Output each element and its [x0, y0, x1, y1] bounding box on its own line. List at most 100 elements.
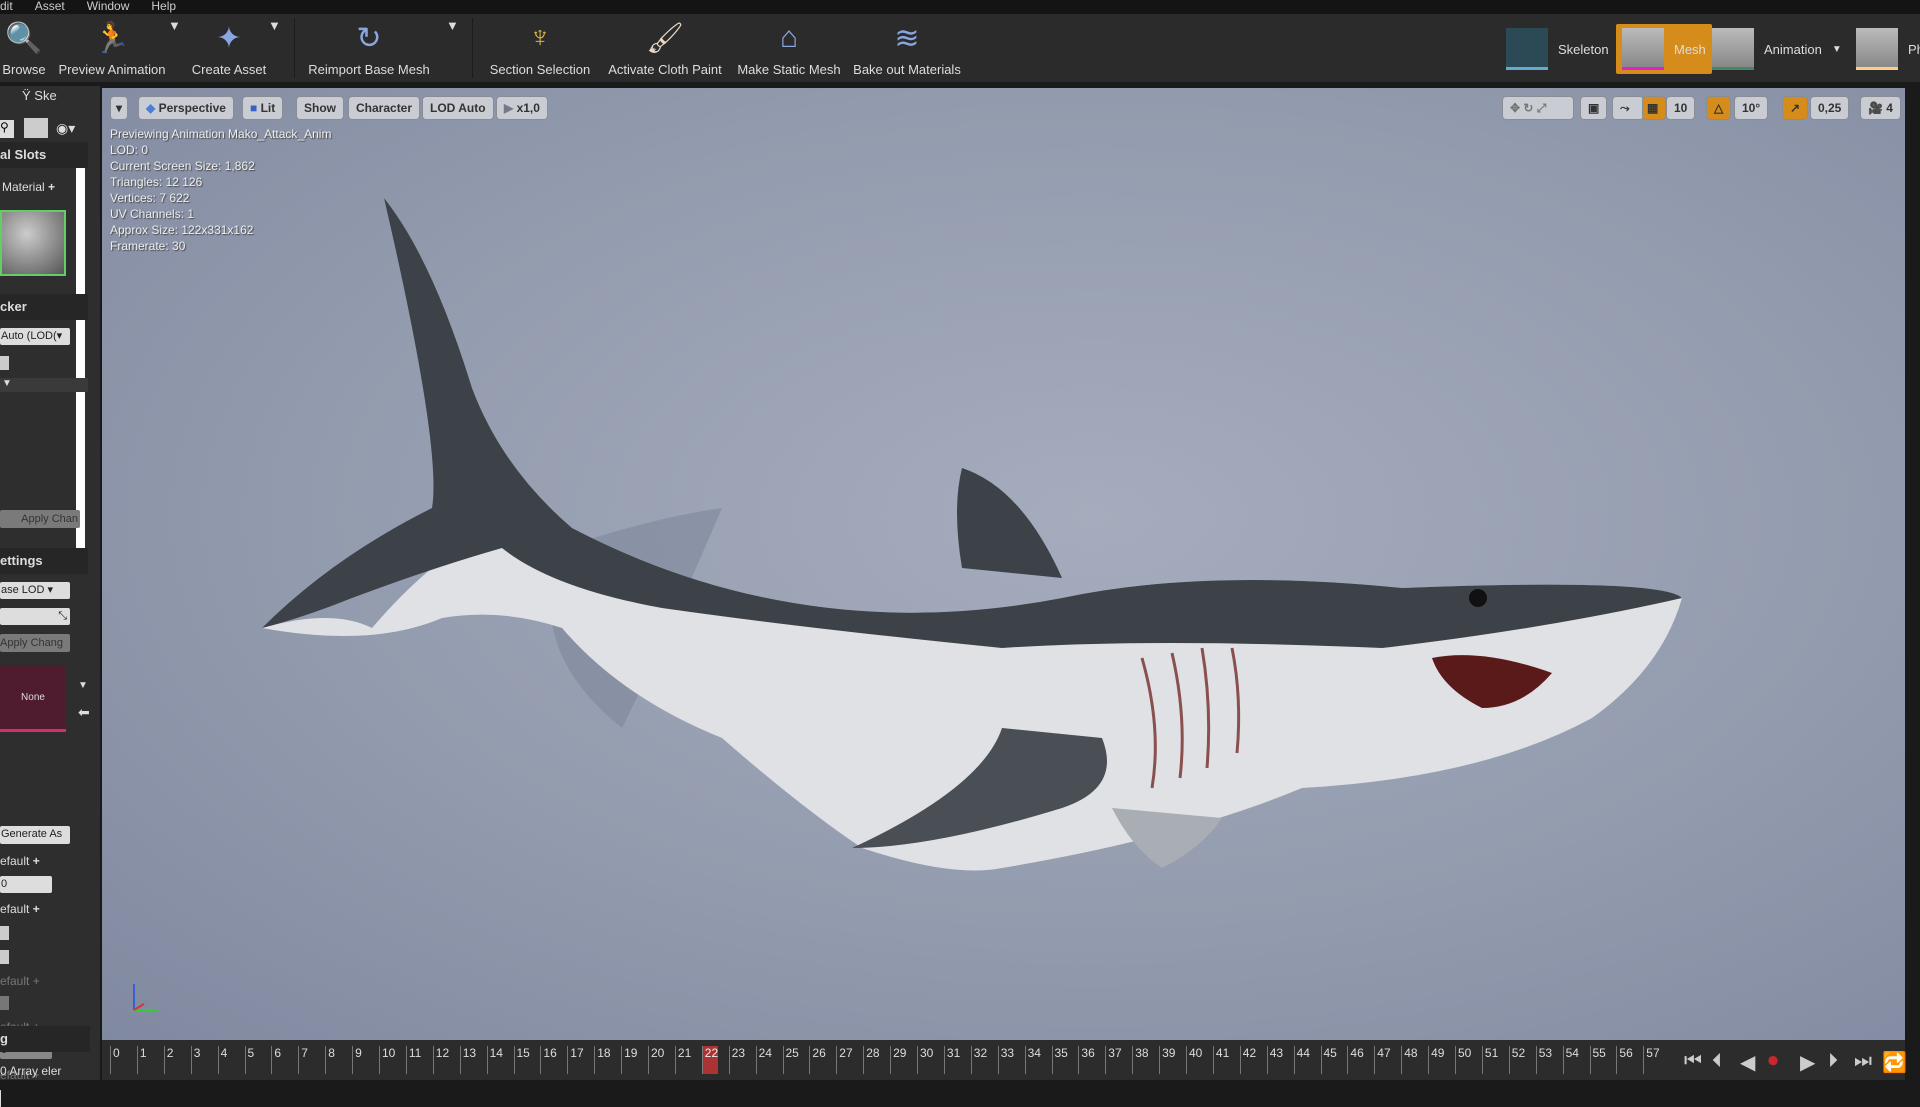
mode-animation[interactable]: Animation▼	[1712, 24, 1842, 74]
viewport-options-button[interactable]: ▾	[110, 96, 128, 120]
checkbox[interactable]	[0, 926, 9, 940]
frame-tick[interactable]: 27	[836, 1046, 852, 1074]
eye-icon[interactable]: ◉▾	[56, 120, 75, 137]
generate-asset-button[interactable]: Generate As	[0, 826, 70, 844]
frame-tick[interactable]: 48	[1401, 1046, 1417, 1074]
asset-thumbnail[interactable]: None	[0, 666, 66, 732]
frame-tick[interactable]: 25	[783, 1046, 799, 1074]
frame-tick[interactable]: 11	[406, 1046, 421, 1074]
camera-speed-button[interactable]: 🎥 4	[1860, 96, 1901, 120]
frame-tick[interactable]: 39	[1159, 1046, 1175, 1074]
loop-icon[interactable]: 🔁	[1882, 1050, 1907, 1075]
material-thumbnail[interactable]	[0, 210, 66, 276]
menu-help[interactable]: Help	[151, 0, 176, 14]
scale-snap-value[interactable]: 0,25	[1810, 96, 1849, 120]
step-back-icon[interactable]: ⏴	[1712, 1050, 1722, 1073]
mode-physics[interactable]: Ph	[1856, 24, 1920, 74]
surface-snap-button[interactable]: ▣	[1580, 96, 1607, 120]
frame-tick[interactable]: 38	[1132, 1046, 1148, 1074]
frame-tick[interactable]: 30	[917, 1046, 933, 1074]
section-selection-button[interactable]: ♆Section Selection	[488, 18, 592, 77]
frame-tick[interactable]: 28	[863, 1046, 879, 1074]
reimport-base-mesh-button[interactable]: ↻Reimport Base Mesh	[306, 18, 432, 77]
frame-tick[interactable]: 21	[675, 1046, 691, 1074]
viewport[interactable]: ▾ ◆ Perspective ■ Lit Show Character LOD…	[102, 88, 1905, 1040]
checkbox[interactable]	[0, 996, 9, 1010]
frame-tick[interactable]: 36	[1078, 1046, 1094, 1074]
frame-tick[interactable]: 5	[245, 1046, 255, 1074]
menu-edit[interactable]: dit	[0, 0, 13, 14]
add-icon[interactable]: +	[33, 854, 40, 868]
scrollbar[interactable]	[76, 146, 85, 566]
play-icon[interactable]: ▶	[1800, 1050, 1815, 1075]
show-button[interactable]: Show	[296, 96, 344, 120]
frame-tick[interactable]: 50	[1455, 1046, 1471, 1074]
frame-tick[interactable]: 24	[756, 1046, 772, 1074]
frame-tick[interactable]: 12	[433, 1046, 449, 1074]
dropdown-arrow-icon[interactable]: ▼	[78, 680, 88, 691]
browse-button[interactable]: 🔍Browse	[0, 18, 48, 77]
grid-view-button[interactable]	[24, 118, 48, 138]
frame-tick[interactable]: 29	[890, 1046, 906, 1074]
add-icon[interactable]: +	[33, 902, 40, 916]
drag-toggle-button[interactable]: ⤳	[1612, 96, 1644, 120]
frame-tick[interactable]: 49	[1428, 1046, 1444, 1074]
frame-tick[interactable]: 2	[164, 1046, 174, 1074]
grid-snap-value[interactable]: 10	[1666, 96, 1695, 120]
frame-tick[interactable]: 26	[809, 1046, 825, 1074]
frame-tick[interactable]: 56	[1616, 1046, 1632, 1074]
frame-tick[interactable]: 51	[1482, 1046, 1498, 1074]
frame-tick[interactable]: 23	[729, 1046, 745, 1074]
make-static-mesh-button[interactable]: ⌂Make Static Mesh	[736, 18, 842, 77]
lod-select[interactable]: Auto (LOD(▾	[0, 328, 70, 345]
frame-tick[interactable]: 47	[1374, 1046, 1390, 1074]
playback-speed-button[interactable]: ▶ x1,0	[496, 96, 548, 120]
transform-tools[interactable]: ✥ ↻ ⤢	[1502, 96, 1574, 120]
play-reverse-icon[interactable]: ◀	[1740, 1050, 1755, 1075]
frame-tick[interactable]: 4	[218, 1046, 228, 1074]
frame-tick[interactable]: 42	[1240, 1046, 1256, 1074]
timeline[interactable]: 0123456789101112131415161718192021222324…	[102, 1040, 1905, 1080]
record-icon[interactable]: ⏺	[1768, 1050, 1778, 1073]
frame-tick[interactable]: 14	[487, 1046, 503, 1074]
frame-tick[interactable]: 15	[514, 1046, 530, 1074]
frame-tick[interactable]: 10	[379, 1046, 395, 1074]
frame-tick[interactable]: 52	[1509, 1046, 1525, 1074]
frame-tick[interactable]: 31	[944, 1046, 960, 1074]
frame-tick[interactable]: 0	[110, 1046, 120, 1074]
frame-tick[interactable]: 18	[594, 1046, 610, 1074]
current-frame-marker[interactable]: 22	[702, 1046, 718, 1074]
use-selected-arrow-icon[interactable]: ⬅	[78, 704, 90, 721]
frame-tick[interactable]: 40	[1186, 1046, 1202, 1074]
scale-snap-toggle[interactable]: ↗	[1782, 96, 1808, 120]
grid-snap-toggle[interactable]: ▦	[1642, 96, 1666, 120]
base-lod-select[interactable]: ase LOD ▾	[0, 582, 70, 599]
add-icon[interactable]: +	[48, 180, 55, 194]
apply-changes-button-2[interactable]: Apply Chang	[0, 634, 70, 652]
frame-tick[interactable]: 54	[1563, 1046, 1579, 1074]
frame-tick[interactable]: 43	[1267, 1046, 1283, 1074]
rotation-snap-toggle[interactable]: △	[1706, 96, 1731, 120]
preview-animation-button[interactable]: 🏃Preview Animation	[56, 18, 168, 77]
apply-changes-button[interactable]: Apply Chan	[0, 510, 80, 528]
frame-tick[interactable]: 46	[1347, 1046, 1363, 1074]
frame-tick[interactable]: 3	[191, 1046, 201, 1074]
menu-window[interactable]: Window	[87, 0, 130, 14]
mode-skeleton[interactable]: Skeleton	[1506, 24, 1609, 74]
activate-cloth-paint-button[interactable]: 🖌Activate Cloth Paint	[604, 18, 726, 77]
frame-tick[interactable]: 1	[137, 1046, 147, 1074]
checkbox[interactable]	[0, 950, 9, 964]
frame-tick[interactable]: 6	[271, 1046, 281, 1074]
value-field[interactable]: 0	[0, 876, 52, 893]
frame-tick[interactable]: 41	[1213, 1046, 1229, 1074]
frame-tick[interactable]: 37	[1105, 1046, 1121, 1074]
frame-tick[interactable]: 33	[998, 1046, 1014, 1074]
search-icon[interactable]: ⚲	[0, 120, 14, 138]
step-forward-icon[interactable]: ⏵	[1828, 1050, 1838, 1073]
frame-tick[interactable]: 20	[648, 1046, 664, 1074]
expand-arrow[interactable]: ▼	[0, 378, 88, 392]
frame-tick[interactable]: 35	[1052, 1046, 1068, 1074]
frame-tick[interactable]: 19	[621, 1046, 637, 1074]
frame-tick[interactable]: 9	[352, 1046, 362, 1074]
number-field[interactable]: ⤡	[0, 608, 70, 625]
